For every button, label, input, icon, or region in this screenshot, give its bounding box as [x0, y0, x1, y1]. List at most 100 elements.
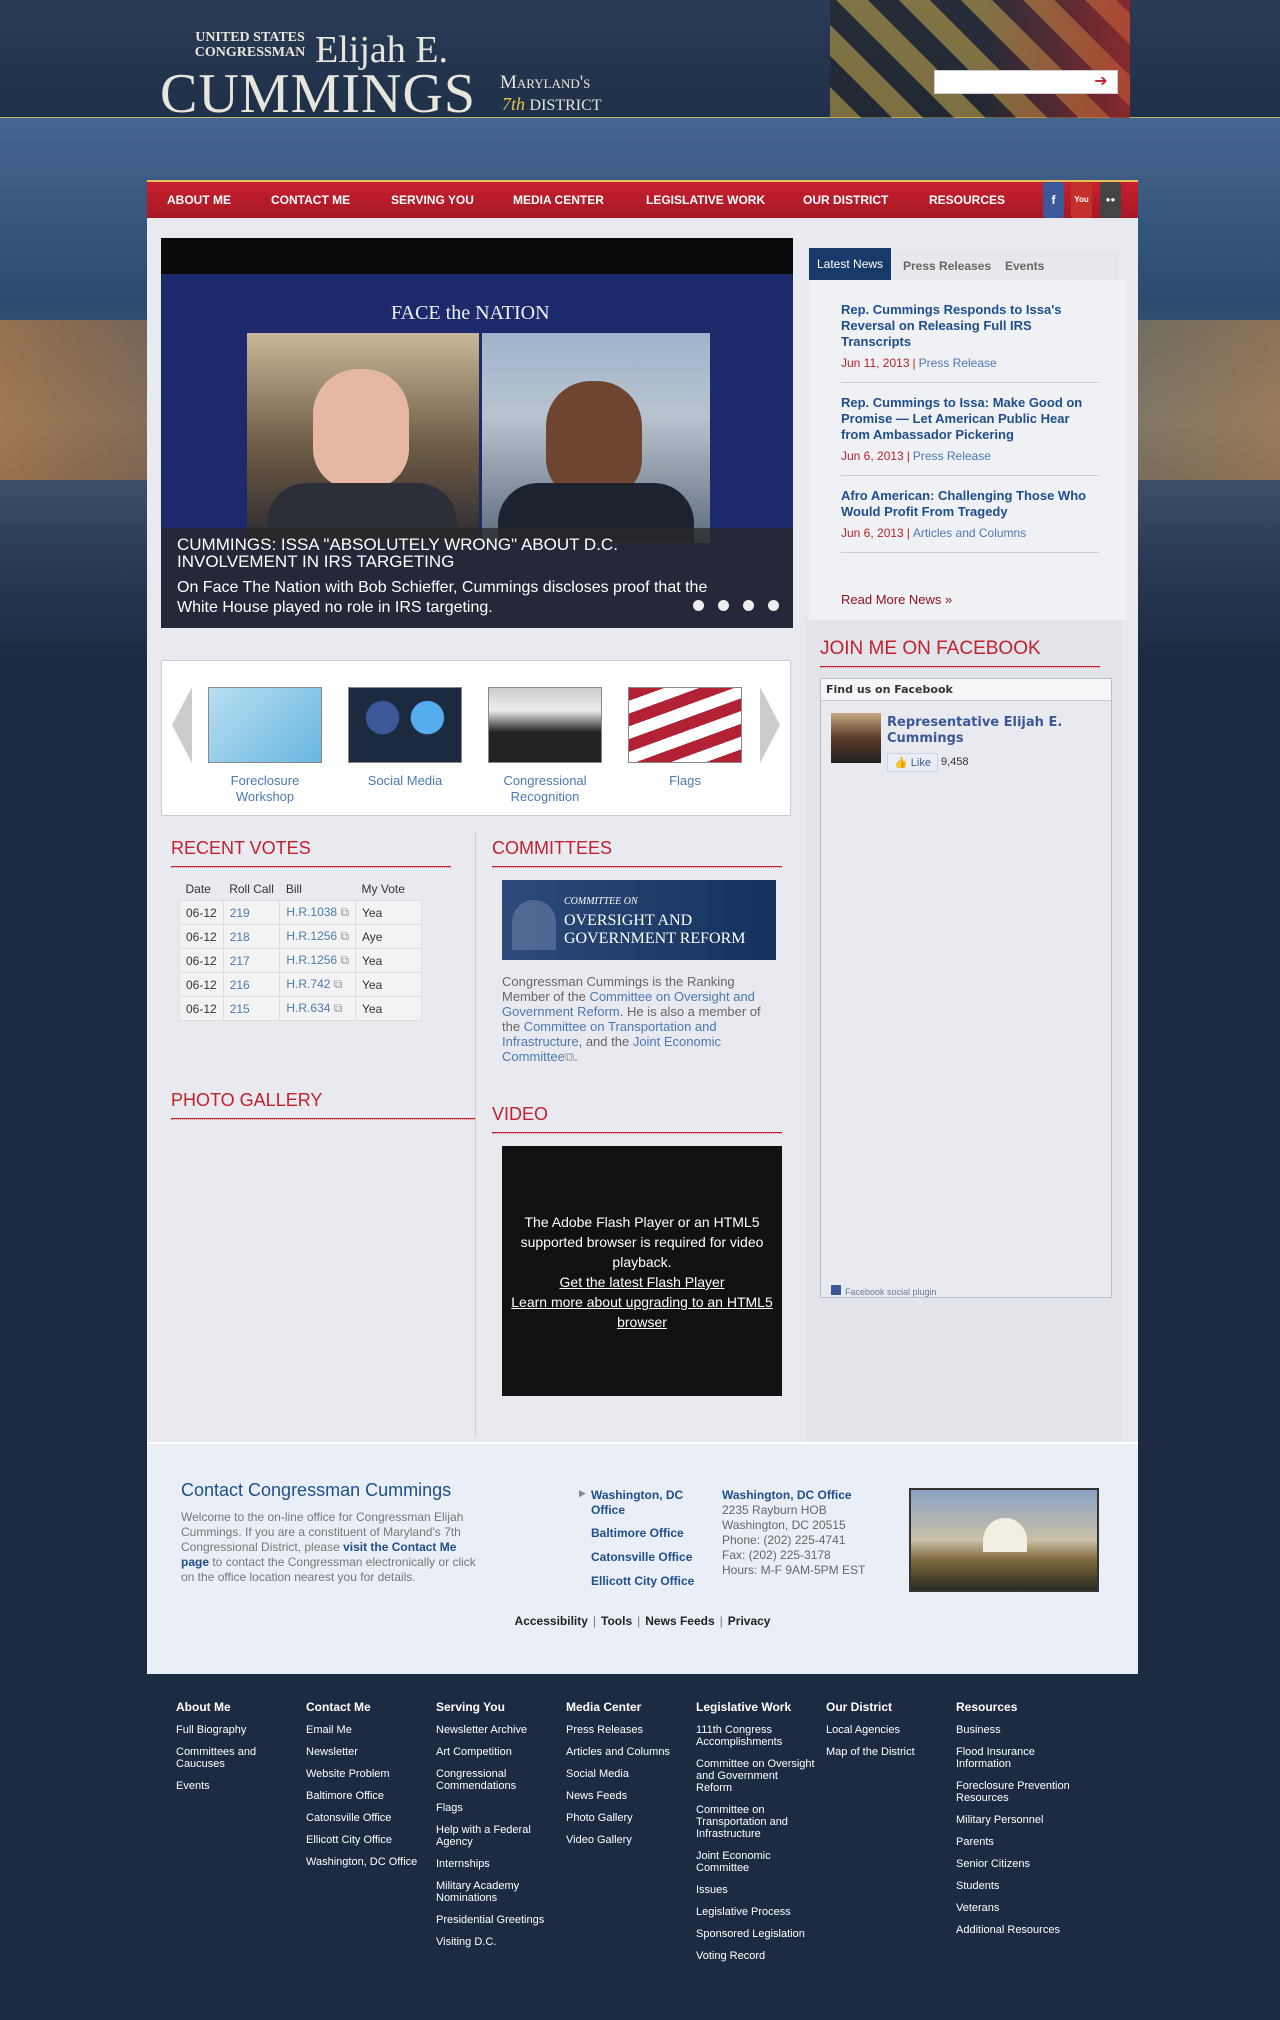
sitemap-link[interactable]: Issues [696, 1884, 816, 1896]
roll-call-link[interactable]: 218 [230, 930, 250, 944]
search-submit-arrow-icon[interactable]: ➔ [1087, 73, 1115, 91]
sitemap-link[interactable]: Washington, DC Office [306, 1856, 426, 1868]
facebook-page-name[interactable]: Representative Elijah E. Cummings [887, 715, 1087, 747]
sitemap-link[interactable]: Internships [436, 1858, 556, 1870]
carousel-item[interactable]: Social Media [348, 687, 462, 789]
sitemap-link[interactable]: Events [176, 1780, 296, 1792]
slide-dot[interactable] [693, 600, 704, 611]
sitemap-link[interactable]: Flood Insurance Information [956, 1746, 1076, 1770]
nav-resources[interactable]: RESOURCES [929, 182, 1005, 218]
sitemap-link[interactable]: Art Competition [436, 1746, 556, 1758]
bill-link[interactable]: H.R.742 [286, 977, 330, 991]
sitemap-link[interactable]: Press Releases [566, 1724, 686, 1736]
sitemap-link[interactable]: Students [956, 1880, 1076, 1892]
sitemap-heading[interactable]: Our District [826, 1700, 946, 1714]
sitemap-link[interactable]: Business [956, 1724, 1076, 1736]
slide-dot[interactable] [743, 600, 754, 611]
news-category[interactable]: Articles and Columns [913, 526, 1026, 540]
roll-call-link[interactable]: 217 [230, 954, 250, 968]
office-link-ellicott-city[interactable]: Ellicott City Office [591, 1574, 711, 1589]
nav-legislative-work[interactable]: LEGISLATIVE WORK [646, 182, 765, 218]
sitemap-link[interactable]: Help with a Federal Agency [436, 1824, 556, 1848]
bill-link[interactable]: H.R.1038 [286, 905, 337, 919]
video-player[interactable]: The Adobe Flash Player or an HTML5 suppo… [502, 1146, 782, 1396]
sitemap-link[interactable]: Newsletter [306, 1746, 426, 1758]
sitemap-link[interactable]: Joint Economic Committee [696, 1850, 816, 1874]
committee-banner-image[interactable]: COMMITTEE ON OVERSIGHT AND GOVERNMENT RE… [502, 880, 776, 960]
sitemap-link[interactable]: Military Personnel [956, 1814, 1076, 1826]
sitemap-link[interactable]: Veterans [956, 1902, 1076, 1914]
sitemap-link[interactable]: Visiting D.C. [436, 1936, 556, 1948]
sitemap-link[interactable]: Photo Gallery [566, 1812, 686, 1824]
news-feeds-link[interactable]: News Feeds [645, 1614, 714, 1628]
search-input[interactable] [935, 71, 1085, 93]
sitemap-link[interactable]: Voting Record [696, 1950, 816, 1962]
slide-title-link[interactable]: CUMMINGS: ISSA "ABSOLUTELY WRONG" ABOUT … [177, 536, 697, 570]
sitemap-link[interactable]: Full Biography [176, 1724, 296, 1736]
sitemap-link[interactable]: Foreclosure Prevention Resources [956, 1780, 1076, 1804]
read-more-news-link[interactable]: Read More News » [841, 592, 952, 607]
sitemap-link[interactable]: Congressional Commendations [436, 1768, 556, 1792]
office-link-catonsville[interactable]: Catonsville Office [591, 1550, 711, 1565]
sitemap-heading[interactable]: Media Center [566, 1700, 686, 1714]
carousel-prev-arrow-icon[interactable] [172, 687, 192, 763]
featured-slider[interactable]: FACE the NATION CUMMINGS: ISSA "ABSOLUTE… [161, 238, 793, 628]
sitemap-link[interactable]: Military Academy Nominations [436, 1880, 556, 1904]
slide-dot[interactable] [768, 600, 779, 611]
facebook-social-plugin-link[interactable]: Facebook social plugin [831, 1285, 937, 1297]
sitemap-link[interactable]: Committees and Caucuses [176, 1746, 296, 1770]
roll-call-link[interactable]: 216 [230, 978, 250, 992]
roll-call-link[interactable]: 219 [230, 906, 250, 920]
tools-link[interactable]: Tools [601, 1614, 632, 1628]
sitemap-link[interactable]: Parents [956, 1836, 1076, 1848]
sitemap-link[interactable]: Committee on Oversight and Government Re… [696, 1758, 816, 1794]
carousel-item[interactable]: Congressional Recognition [488, 687, 602, 805]
sitemap-heading[interactable]: Contact Me [306, 1700, 426, 1714]
news-category[interactable]: Press Release [919, 356, 997, 370]
carousel-item[interactable]: Flags [628, 687, 742, 789]
nav-contact-me[interactable]: CONTACT ME [271, 182, 350, 218]
sitemap-link[interactable]: Catonsville Office [306, 1812, 426, 1824]
news-title[interactable]: Rep. Cummings Responds to Issa's Reversa… [841, 302, 1099, 350]
sitemap-heading[interactable]: Serving You [436, 1700, 556, 1714]
bill-link[interactable]: H.R.634 [286, 1001, 330, 1015]
facebook-icon[interactable]: f [1043, 182, 1064, 218]
tab-events[interactable]: Events [997, 252, 1117, 280]
sitemap-heading[interactable]: Legislative Work [696, 1700, 816, 1714]
office-link-baltimore[interactable]: Baltimore Office [591, 1526, 711, 1541]
news-category[interactable]: Press Release [913, 449, 991, 463]
sitemap-heading[interactable]: About Me [176, 1700, 296, 1714]
carousel-item[interactable]: Foreclosure Workshop [208, 687, 322, 805]
sitemap-link[interactable]: Website Problem [306, 1768, 426, 1780]
sitemap-link[interactable]: Local Agencies [826, 1724, 946, 1736]
sitemap-link[interactable]: Sponsored Legislation [696, 1928, 816, 1940]
news-title[interactable]: Rep. Cummings to Issa: Make Good on Prom… [841, 395, 1099, 443]
sitemap-link[interactable]: Email Me [306, 1724, 426, 1736]
sitemap-link[interactable]: Map of the District [826, 1746, 946, 1758]
facebook-like-button[interactable]: 👍 Like [887, 753, 938, 772]
sitemap-link[interactable]: Flags [436, 1802, 556, 1814]
sitemap-link[interactable]: News Feeds [566, 1790, 686, 1802]
nav-serving-you[interactable]: SERVING YOU [391, 182, 474, 218]
bill-link[interactable]: H.R.1256 [286, 953, 337, 967]
slide-dot[interactable] [718, 600, 729, 611]
sitemap-link[interactable]: Articles and Columns [566, 1746, 686, 1758]
sitemap-link[interactable]: Newsletter Archive [436, 1724, 556, 1736]
sitemap-link[interactable]: Legislative Process [696, 1906, 816, 1918]
youtube-icon[interactable]: You [1071, 182, 1092, 218]
news-title[interactable]: Afro American: Challenging Those Who Wou… [841, 488, 1099, 520]
office-link-washington[interactable]: Washington, DC Office [591, 1488, 711, 1518]
sitemap-heading[interactable]: Resources [956, 1700, 1076, 1714]
accessibility-link[interactable]: Accessibility [515, 1614, 588, 1628]
nav-media-center[interactable]: MEDIA CENTER [513, 182, 604, 218]
sitemap-link[interactable]: Social Media [566, 1768, 686, 1780]
tab-latest-news[interactable]: Latest News [809, 248, 892, 280]
facebook-avatar[interactable] [831, 713, 881, 763]
html5-upgrade-link[interactable]: Learn more about upgrading to an HTML5 b… [502, 1292, 782, 1332]
carousel-next-arrow-icon[interactable] [760, 687, 780, 763]
sitemap-link[interactable]: Senior Citizens [956, 1858, 1076, 1870]
sitemap-link[interactable]: Ellicott City Office [306, 1834, 426, 1846]
sitemap-link[interactable]: Video Gallery [566, 1834, 686, 1846]
privacy-link[interactable]: Privacy [728, 1614, 771, 1628]
sitemap-link[interactable]: Presidential Greetings [436, 1914, 556, 1926]
